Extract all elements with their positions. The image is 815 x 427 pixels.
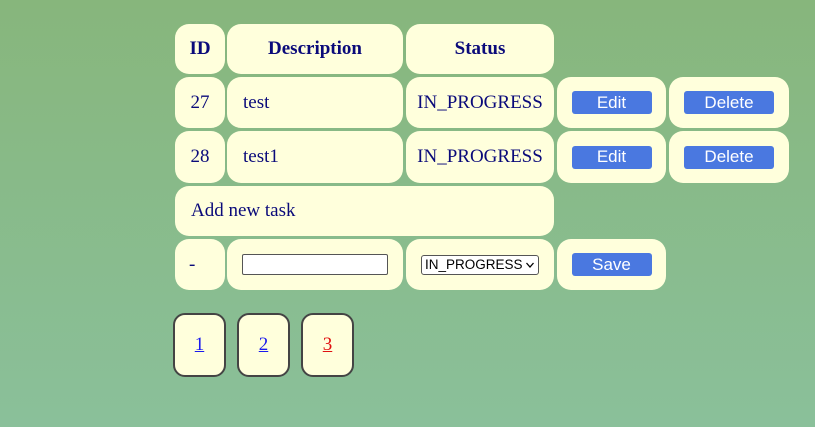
header-description: Description bbox=[227, 24, 403, 74]
row-1-description-cell: test bbox=[227, 77, 403, 128]
page-link-1[interactable]: 1 bbox=[173, 313, 226, 377]
row-1-edit-button[interactable]: Edit bbox=[571, 91, 652, 114]
row-2-status: IN_PROGRESS bbox=[417, 146, 543, 167]
page-link-3[interactable]: 3 bbox=[301, 313, 354, 377]
row-2-edit-button[interactable]: Edit bbox=[571, 145, 652, 169]
add-task-title: Add new task bbox=[191, 200, 296, 221]
row-1-delete-cell: Delete bbox=[669, 77, 789, 128]
new-task-save-cell: Save bbox=[557, 239, 666, 290]
page-link-3-label: 3 bbox=[322, 334, 333, 355]
save-button[interactable]: Save bbox=[571, 253, 652, 276]
page-link-2-label: 2 bbox=[258, 334, 269, 355]
row-1-edit-cell: Edit bbox=[557, 77, 666, 128]
row-2-description-cell: test1 bbox=[227, 131, 403, 183]
row-2-description: test1 bbox=[243, 146, 279, 167]
row-1-delete-button[interactable]: Delete bbox=[684, 91, 774, 114]
row-2-delete-button[interactable]: Delete bbox=[684, 145, 774, 169]
status-select-value: IN_PROGRESS bbox=[425, 257, 523, 272]
row-1-id-cell: 27 bbox=[175, 77, 225, 128]
row-1-status: IN_PROGRESS bbox=[417, 91, 543, 113]
header-status: Status bbox=[406, 24, 554, 74]
new-task-status-cell: IN_PROGRESS bbox=[406, 239, 554, 290]
row-1-status-cell: IN_PROGRESS bbox=[406, 77, 554, 128]
row-1-description: test bbox=[243, 91, 270, 113]
row-2-delete-cell: Delete bbox=[669, 131, 789, 183]
row-2-edit-cell: Edit bbox=[557, 131, 666, 183]
new-task-id-placeholder: - bbox=[189, 253, 196, 275]
row-2-id: 28 bbox=[190, 146, 210, 167]
page-link-2[interactable]: 2 bbox=[237, 313, 290, 377]
new-task-status-select[interactable]: IN_PROGRESS bbox=[421, 254, 539, 275]
row-2-id-cell: 28 bbox=[175, 131, 225, 183]
header-id-label: ID bbox=[189, 38, 211, 59]
header-status-label: Status bbox=[454, 38, 506, 59]
row-1-id: 27 bbox=[190, 91, 210, 113]
row-2-status-cell: IN_PROGRESS bbox=[406, 131, 554, 183]
chevron-down-icon bbox=[526, 262, 534, 268]
new-task-description-input[interactable] bbox=[242, 254, 388, 275]
header-description-label: Description bbox=[268, 38, 362, 59]
add-task-heading: Add new task bbox=[175, 186, 554, 236]
header-id: ID bbox=[175, 24, 225, 74]
new-task-id-cell: - bbox=[175, 239, 225, 290]
new-task-description-cell bbox=[227, 239, 403, 290]
page-link-1-label: 1 bbox=[194, 334, 205, 355]
